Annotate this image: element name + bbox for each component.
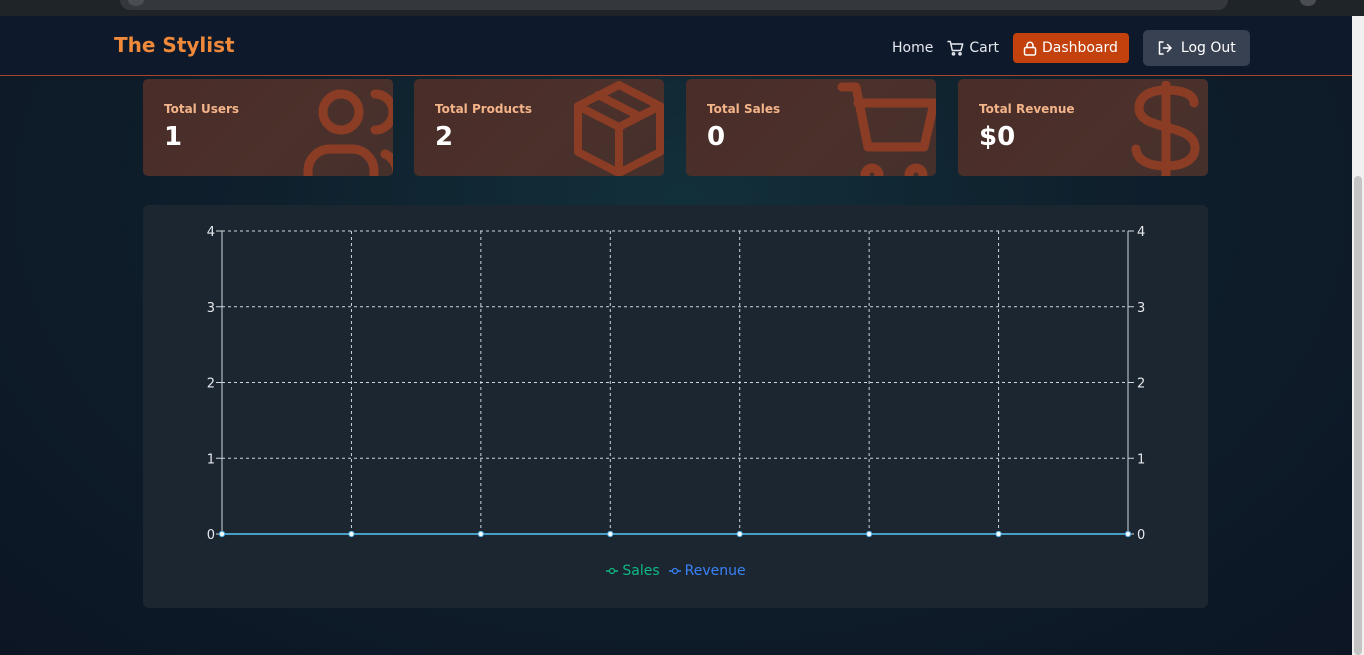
brand-logo[interactable]: The Stylist — [114, 33, 235, 57]
y-axis-tick-label: 2 — [207, 377, 215, 392]
data-point-revenue — [348, 530, 355, 538]
y-axis-tick-label: 1 — [207, 452, 215, 467]
y2-axis-tick-label: 1 — [1137, 452, 1145, 467]
stat-value: $0 — [979, 122, 1016, 152]
cart-icon — [947, 40, 964, 56]
page-scrollbar[interactable] — [1352, 16, 1364, 655]
data-point-revenue — [477, 530, 484, 538]
legend-label: Revenue — [684, 563, 746, 579]
cart-icon — [837, 82, 936, 176]
scrollbar-thumb[interactable] — [1354, 176, 1362, 655]
browser-top-strip — [0, 0, 1364, 16]
data-point-revenue — [736, 530, 743, 538]
legend-item-revenue[interactable]: Revenue — [668, 563, 746, 579]
legend-line-icon — [668, 567, 681, 575]
y2-axis-tick-label: 4 — [1137, 225, 1145, 240]
dashboard-button[interactable]: Dashboard — [1012, 33, 1129, 63]
y-axis-tick-label: 3 — [207, 301, 215, 316]
stat-card-revenue: Total Revenue $0 — [958, 79, 1208, 176]
chart-canvas: 0 0 1 1 2 2 3 3 4 4 — [207, 225, 1146, 543]
stat-value: 2 — [435, 122, 454, 152]
stat-card-products: Total Products 2 — [414, 79, 664, 176]
stat-label: Total Revenue — [979, 102, 1075, 116]
data-point-revenue — [995, 530, 1002, 538]
stat-card-users: Total Users 1 — [143, 79, 393, 176]
package-icon — [574, 81, 664, 176]
chart-legend: Sales Revenue — [143, 563, 1208, 579]
legend-label: Sales — [622, 563, 660, 579]
stat-label: Total Products — [435, 102, 533, 116]
data-point-revenue — [607, 530, 614, 538]
y2-axis-tick-label: 3 — [1137, 301, 1145, 316]
legend-line-icon — [606, 567, 619, 575]
nav-cart-link[interactable]: Cart — [947, 40, 999, 56]
browser-control-right — [1300, 0, 1316, 6]
y-axis-tick-label: 0 — [207, 528, 215, 543]
data-point-revenue — [866, 530, 873, 538]
nav-menu: Home Cart Dashboard Log Out — [892, 30, 1250, 66]
stat-card-sales: Total Sales 0 — [686, 79, 936, 176]
users-icon — [303, 89, 393, 176]
stat-label: Total Sales — [707, 102, 781, 116]
sales-revenue-chart: 0 0 1 1 2 2 3 3 4 4 Sales Revenue — [143, 205, 1208, 608]
y-axis-tick-label: 4 — [207, 225, 215, 240]
stat-label: Total Users — [164, 102, 240, 116]
stat-value: 1 — [164, 122, 183, 152]
navbar: The Stylist Home Cart Dashboard Log Out — [0, 16, 1352, 76]
y2-axis-tick-label: 0 — [1137, 528, 1145, 543]
legend-item-sales[interactable]: Sales — [605, 563, 660, 579]
stat-value: 0 — [707, 122, 726, 152]
nav-cart-label: Cart — [969, 40, 999, 56]
dollar-icon — [1131, 81, 1200, 176]
logout-button-label: Log Out — [1180, 40, 1236, 56]
data-point-revenue — [1124, 530, 1132, 538]
dashboard-button-label: Dashboard — [1041, 40, 1118, 56]
y2-axis-tick-label: 2 — [1137, 377, 1145, 392]
logout-icon — [1158, 41, 1172, 55]
nav-home-link[interactable]: Home — [892, 40, 933, 56]
browser-address-bar[interactable] — [120, 0, 1228, 10]
lock-icon — [1023, 41, 1037, 56]
logout-button[interactable]: Log Out — [1142, 30, 1250, 66]
data-point-revenue — [218, 530, 226, 538]
